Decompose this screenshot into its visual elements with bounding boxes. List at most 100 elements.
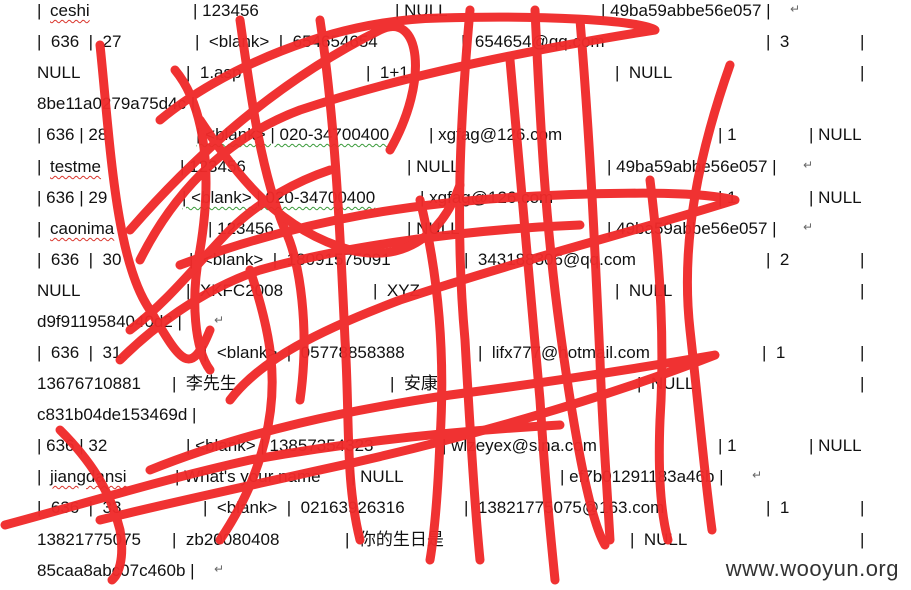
text-segment: | NULL xyxy=(809,188,862,207)
text-segment: NULL xyxy=(37,63,81,82)
text-segment: | NULL xyxy=(407,219,460,238)
text-segment: | 636 | 32 xyxy=(37,436,108,455)
paragraph-mark-icon: ↵ xyxy=(803,158,814,172)
text-segment: | NULL xyxy=(615,281,673,300)
text-segment: | xgfag@126.com xyxy=(420,188,554,207)
text-segment: | 343188306@qq.com xyxy=(464,250,636,269)
document-line: 13676710881 | 李先生 | 安康 | NULL | xyxy=(0,372,911,403)
text-segment: | XYZ xyxy=(373,281,420,300)
text-segment: | xyxy=(860,530,865,549)
document-line: | 636 | 30 | <blank> | 18091575091 | 34318… xyxy=(0,248,911,279)
text-segment: | NULL xyxy=(395,1,448,20)
text-segment: | <blank> | 13857354323 xyxy=(186,436,374,455)
text-segment: | 1 xyxy=(718,125,737,144)
text-segment: | 49ba59abbe56e057 | xyxy=(601,1,771,20)
text-segment: | What's your name xyxy=(175,467,321,486)
document-line: d9f9119584040d2 | ↵ xyxy=(0,310,911,341)
document-line: | jiangdansi | What's your name | NULL | ef… xyxy=(0,465,911,496)
text-segment: jiangdansi xyxy=(50,467,127,486)
text-segment: caonima xyxy=(50,219,115,238)
document-line: 8be11a0279a75d4c | xyxy=(0,92,911,123)
document-line: | caonima | 123456 | NULL | 49ba59abbe56e05… xyxy=(0,217,911,248)
text-segment: | NULL xyxy=(637,374,695,393)
text-segment: | xyxy=(37,157,47,176)
document-page: | ceshi | 123456 | NULL | 49ba59abbe56e057 … xyxy=(0,0,911,586)
text-segment: | zb20080408 xyxy=(172,530,280,549)
text-segment: ceshi xyxy=(50,1,90,20)
watermark-text: www.wooyun.org xyxy=(721,556,903,582)
text-segment: | xgfag@126.com xyxy=(429,125,563,144)
text-segment: | 安康 xyxy=(390,374,438,393)
paragraph-mark-icon: ↵ xyxy=(752,468,763,482)
text-segment: | 636 | 27 xyxy=(37,32,122,51)
text-segment: | NULL xyxy=(351,467,404,486)
text-segment: | xyxy=(860,343,865,362)
text-segment: | 2 xyxy=(766,250,790,269)
text-segment: | xyxy=(37,219,47,238)
text-segment: d9f9119584040d2 | xyxy=(37,312,182,331)
text-segment: | NULL xyxy=(809,125,862,144)
text-segment: 8be11a0279a75d4c | xyxy=(37,94,196,113)
paragraph-mark-icon: ↵ xyxy=(790,2,801,16)
paragraph-mark-icon: ↵ xyxy=(803,220,814,234)
text-segment: | NULL xyxy=(809,436,862,455)
text-segment: | 1 xyxy=(762,343,786,362)
text-segment: | 1.asp xyxy=(186,63,242,82)
text-segment: | xyxy=(37,1,47,20)
text-segment: | 1 xyxy=(718,436,737,455)
text-segment: | <blank> | 18091575091 xyxy=(189,250,391,269)
text-segment: | <blank> | 654654654 xyxy=(195,32,378,51)
text-segment: 13676710881 xyxy=(37,374,142,393)
text-segment: NULL xyxy=(37,281,81,300)
text-segment: | 3 xyxy=(766,32,790,51)
document-line: NULL | 1.asp | 1+1 | NULL | xyxy=(0,61,911,92)
document-line: | ceshi | 123456 | NULL | 49ba59abbe56e057 … xyxy=(0,0,911,30)
text-segment: | 636 | 33 xyxy=(37,498,122,517)
text-segment: | xyxy=(860,32,865,51)
document-line: | 636 | 32 | <blank> | 13857354323 | wlzey… xyxy=(0,434,911,465)
text-segment: | 1+1 xyxy=(366,63,409,82)
text-segment: | <blank> | 02163926316 xyxy=(203,498,405,517)
text-segment: | wlzeyex@sina.com xyxy=(442,436,597,455)
text-segment: | 123456 xyxy=(180,157,246,176)
text-segment: 13821775075 xyxy=(37,530,142,549)
text-segment: 85caa8abc07c460b | xyxy=(37,561,195,580)
text-segment: | NULL xyxy=(630,530,688,549)
paragraph-mark-icon: ↵ xyxy=(214,562,225,576)
text-segment: | <blank> | 05778858388 xyxy=(203,343,405,362)
document-line: c831b04de153469d | xyxy=(0,403,911,434)
text-segment: | 49ba59abbe56e057 | xyxy=(607,219,777,238)
text-segment: | lifx777@hotmail.com xyxy=(478,343,650,362)
document-line: | 636 | 28 | <blank> | 020-34700400 | xgfa… xyxy=(0,123,911,154)
text-segment: | 636 | 29 xyxy=(37,188,108,207)
document-line: | 636 | 33 | <blank> | 02163926316 | 13821… xyxy=(0,496,911,527)
text-segment: | 13821775075@163.com xyxy=(464,498,665,517)
text-segment: | 1 xyxy=(718,188,737,207)
text-segment: | xyxy=(860,498,865,517)
text-segment: | 123456 xyxy=(193,1,259,20)
text-segment: | 1 xyxy=(766,498,790,517)
text-segment: | xyxy=(37,467,47,486)
document-line: | 636 | 31 | <blank> | 05778858388 | lifx7… xyxy=(0,341,911,372)
text-segment: | 你的生日是 xyxy=(345,530,444,549)
document-line: | 636 | 29 | <blank> | 020-34700400 | xgfa… xyxy=(0,186,911,217)
text-segment: | xyxy=(860,374,865,393)
text-segment: | xyxy=(860,250,865,269)
text-segment: | 636 | 28 xyxy=(37,125,108,144)
text-segment: c831b04de153469d | xyxy=(37,405,197,424)
document-line: | testme | 123456 | NULL | 49ba59abbe56e057… xyxy=(0,155,911,186)
document-line: 13821775075 | zb20080408 | 你的生日是 | NULL | xyxy=(0,528,911,559)
text-segment: | 49ba59abbe56e057 | xyxy=(607,157,777,176)
text-segment: | NULL xyxy=(615,63,673,82)
text-segment: | XKFC2008 xyxy=(186,281,284,300)
text-segment: | 123456 xyxy=(208,219,274,238)
text-segment: | 636 | 30 xyxy=(37,250,122,269)
text-segment: | ef7b01291183a46b | xyxy=(560,467,724,486)
text-segment: | <blank> | 020-34700400 xyxy=(182,188,376,207)
text-segment: | NULL xyxy=(407,157,460,176)
text-segment: | 636 | 31 xyxy=(37,343,122,362)
text-segment: | xyxy=(860,281,865,300)
text-segment: | <blank> | 020-34700400 xyxy=(196,125,390,144)
text-segment: testme xyxy=(50,157,102,176)
text-segment: | 李先生 xyxy=(172,374,237,393)
